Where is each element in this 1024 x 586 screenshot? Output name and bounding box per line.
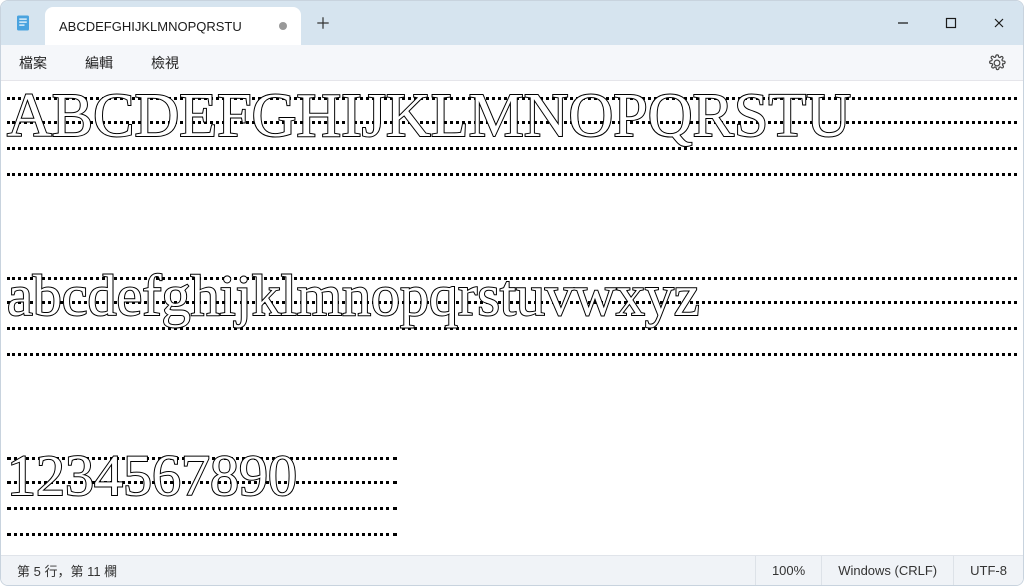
notepad-icon bbox=[14, 14, 32, 32]
minimize-button[interactable] bbox=[879, 1, 927, 45]
status-zoom[interactable]: 100% bbox=[755, 556, 821, 585]
menu-file[interactable]: 檔案 bbox=[9, 47, 57, 79]
text-content: 1234567890 bbox=[7, 447, 297, 505]
text-line-3: 1234567890 bbox=[7, 451, 1017, 541]
document-tab[interactable]: ABCDEFGHIJKLMNOPQRSTU bbox=[45, 7, 301, 45]
editor-area[interactable]: ABCDEFGHIJKLMNOPQRSTU abcdefghijklmnopqr… bbox=[1, 81, 1023, 555]
unsaved-indicator-icon bbox=[279, 22, 287, 30]
menu-view[interactable]: 檢視 bbox=[141, 47, 189, 79]
close-icon bbox=[993, 17, 1005, 29]
guideline bbox=[7, 353, 1017, 356]
titlebar: ABCDEFGHIJKLMNOPQRSTU bbox=[1, 1, 1023, 45]
close-button[interactable] bbox=[975, 1, 1023, 45]
minimize-icon bbox=[897, 17, 909, 29]
guideline bbox=[7, 533, 397, 536]
notepad-window: ABCDEFGHIJKLMNOPQRSTU 檔案 編輯 檢視 bbox=[0, 0, 1024, 586]
blank-line bbox=[7, 361, 1017, 451]
text-line-2: abcdefghijklmnopqrstuvwxyz bbox=[7, 271, 1017, 361]
status-line-ending[interactable]: Windows (CRLF) bbox=[821, 556, 953, 585]
text-line-1: ABCDEFGHIJKLMNOPQRSTU bbox=[7, 91, 1017, 181]
statusbar: 第 5 行，第 11 欄 100% Windows (CRLF) UTF-8 bbox=[1, 555, 1023, 585]
status-caret-position[interactable]: 第 5 行，第 11 欄 bbox=[1, 556, 133, 585]
new-tab-button[interactable] bbox=[301, 1, 345, 45]
titlebar-spacer bbox=[345, 1, 879, 45]
text-content: abcdefghijklmnopqrstuvwxyz bbox=[7, 267, 700, 325]
gear-icon bbox=[988, 54, 1006, 72]
text-content: ABCDEFGHIJKLMNOPQRSTU bbox=[7, 85, 851, 147]
maximize-icon bbox=[945, 17, 957, 29]
guideline bbox=[7, 173, 1017, 176]
menu-edit[interactable]: 編輯 bbox=[75, 47, 123, 79]
settings-button[interactable] bbox=[979, 45, 1015, 81]
app-icon bbox=[1, 1, 45, 45]
plus-icon bbox=[316, 16, 330, 30]
blank-line bbox=[7, 181, 1017, 271]
menubar: 檔案 編輯 檢視 bbox=[1, 45, 1023, 81]
maximize-button[interactable] bbox=[927, 1, 975, 45]
status-encoding[interactable]: UTF-8 bbox=[953, 556, 1023, 585]
tab-title: ABCDEFGHIJKLMNOPQRSTU bbox=[59, 19, 242, 34]
